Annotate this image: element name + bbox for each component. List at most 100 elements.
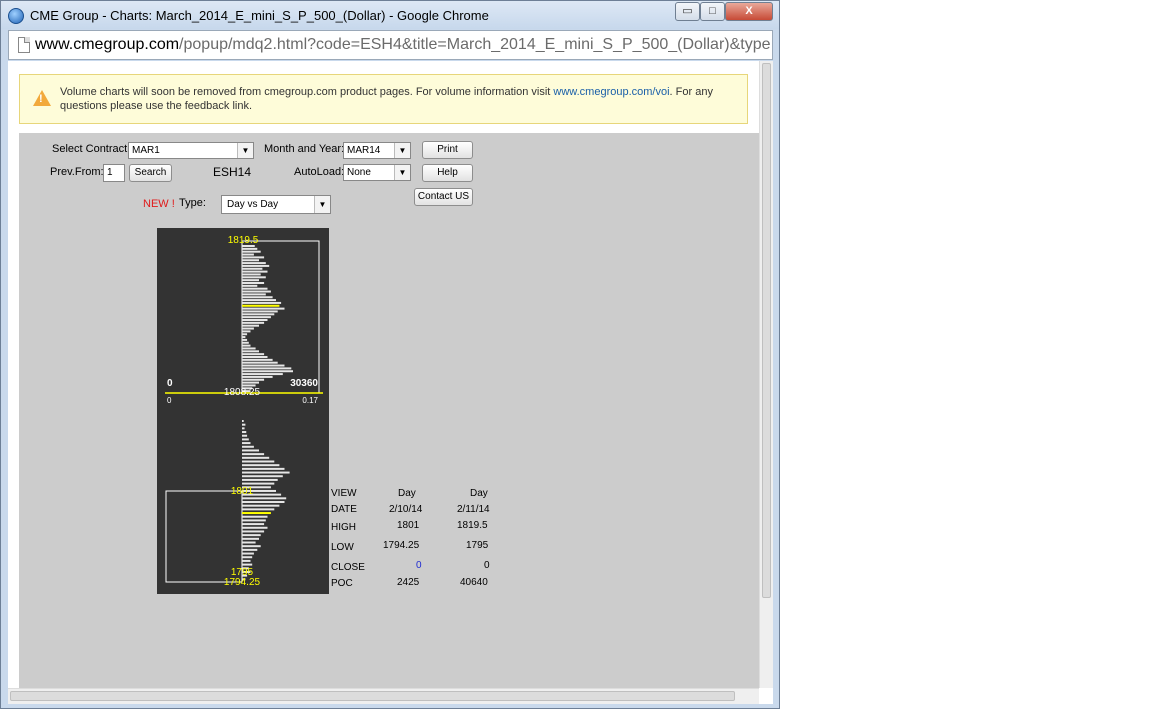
lower-volume-bar xyxy=(242,420,244,422)
axis-left-volume: 0 xyxy=(167,378,173,389)
upper-volume-bar xyxy=(242,375,273,378)
lower-volume-bar xyxy=(242,427,245,430)
lower-volume-bar xyxy=(242,530,265,533)
lower-volume-bar xyxy=(242,508,275,511)
horizontal-scrollbar[interactable] xyxy=(8,688,759,704)
lower-volume-bar xyxy=(242,523,265,526)
lower-volume-bar xyxy=(242,519,266,522)
lower-volume-bar xyxy=(242,434,248,437)
title-bar[interactable]: CME Group - Charts: March_2014_E_mini_S_… xyxy=(1,1,779,29)
vertical-scroll-thumb[interactable] xyxy=(762,63,771,598)
stat-label-poc: POC xyxy=(331,578,353,589)
stat-date-b: 2/11/14 xyxy=(457,504,490,515)
upper-volume-bar xyxy=(242,316,271,319)
lower-volume-bar xyxy=(242,526,268,529)
voi-link[interactable]: www.cmegroup.com/voi xyxy=(553,86,669,98)
upper-volume-bar xyxy=(242,259,259,262)
upper-volume-bar xyxy=(242,350,259,353)
stat-low-b: 1795 xyxy=(466,540,489,551)
upper-volume-bar xyxy=(242,273,261,276)
lower-volume-bar xyxy=(242,460,275,463)
upper-poc-bar xyxy=(242,304,280,307)
help-button[interactable]: Help xyxy=(422,164,473,182)
upper-volume-bar xyxy=(242,290,271,293)
chart-panel: Select Contract: MAR1 ▼ Month and Year: M… xyxy=(19,133,759,688)
upper-volume-bar xyxy=(242,321,265,324)
url-text[interactable]: www.cmegroup.com/popup/mdq2.html?code=ES… xyxy=(35,36,770,54)
upper-volume-bar xyxy=(242,319,268,321)
upper-volume-bar xyxy=(242,364,285,367)
axis-right-pct: 0.17 xyxy=(302,396,318,405)
stat-poc-a: 2425 xyxy=(397,577,420,588)
stat-label-high: HIGH xyxy=(331,522,356,533)
upper-volume-bar xyxy=(242,333,248,336)
address-bar[interactable]: www.cmegroup.com/popup/mdq2.html?code=ES… xyxy=(8,30,773,60)
lower-volume-bar xyxy=(242,471,290,474)
stat-header-day-b: Day xyxy=(470,488,488,499)
print-button[interactable]: Print xyxy=(422,141,473,159)
lower-high-label: 1801 xyxy=(231,486,254,497)
lower-volume-bar xyxy=(242,497,287,500)
month-year-label: Month and Year: xyxy=(264,143,345,155)
upper-volume-bar xyxy=(242,256,265,259)
upper-volume-bar xyxy=(242,267,263,270)
month-year-value: MAR14 xyxy=(347,145,381,156)
upper-volume-bar xyxy=(242,264,270,267)
lower-volume-bar xyxy=(242,548,258,551)
horizontal-scroll-thumb[interactable] xyxy=(10,691,735,701)
axis-middle-price: 1808.25 xyxy=(224,387,261,398)
page-icon xyxy=(18,37,30,53)
contact-us-button[interactable]: Contact US xyxy=(414,188,473,206)
prevfrom-input[interactable]: 1 xyxy=(103,164,125,182)
upper-volume-bar xyxy=(242,299,276,302)
select-contract-dropdown[interactable]: MAR1 ▼ xyxy=(128,142,254,159)
url-path: /popup/mdq2.html?code=ESH4&title=March_2… xyxy=(179,36,770,53)
stat-high-a: 1801 xyxy=(397,520,420,531)
lower-volume-bar xyxy=(242,467,285,470)
upper-volume-bar xyxy=(242,370,293,373)
upper-volume-bar xyxy=(242,253,254,256)
stat-high-b: 1819.5 xyxy=(457,520,488,531)
lower-volume-bar xyxy=(242,475,283,478)
type-dropdown[interactable]: Day vs Day ▼ xyxy=(221,195,331,214)
search-button[interactable]: Search xyxy=(129,164,172,182)
month-year-dropdown[interactable]: MAR14 ▼ xyxy=(343,142,411,159)
volume-profile-chart: 1819.5 0 30360 0 0.17 1808.25 1801 1795 1794.25 xyxy=(157,228,329,594)
minimize-button[interactable]: ▭ xyxy=(675,2,700,21)
upper-volume-bar xyxy=(242,381,259,384)
close-button[interactable]: X xyxy=(725,2,773,21)
chevron-down-icon: ▼ xyxy=(314,196,330,213)
select-contract-value: MAR1 xyxy=(132,145,160,156)
upper-volume-bar xyxy=(242,276,266,279)
page-viewport: ! Volume charts will soon be removed fro… xyxy=(8,61,773,704)
upper-volume-bar xyxy=(242,327,254,330)
autoload-dropdown[interactable]: None ▼ xyxy=(343,164,411,181)
stat-low-a: 1794.25 xyxy=(383,540,420,551)
upper-high-label: 1819.5 xyxy=(228,235,259,246)
upper-volume-bar xyxy=(242,313,275,316)
upper-volume-bar xyxy=(242,262,266,265)
stat-header-day-a: Day xyxy=(398,488,416,499)
autoload-value: None xyxy=(347,167,371,178)
maximize-button[interactable]: □ xyxy=(700,2,725,21)
lower-volume-bar xyxy=(242,537,259,540)
lower-volume-bar xyxy=(242,545,261,548)
lower-volume-bar xyxy=(242,442,251,445)
upper-volume-bar xyxy=(242,282,265,284)
upper-volume-bar xyxy=(242,307,285,310)
autoload-label: AutoLoad: xyxy=(294,166,345,178)
lower-volume-bar xyxy=(242,556,253,559)
lower-volume-bar xyxy=(242,534,261,537)
notice-banner: ! Volume charts will soon be removed fro… xyxy=(19,74,748,124)
vertical-scrollbar[interactable] xyxy=(759,61,773,688)
upper-volume-bar xyxy=(242,250,261,253)
stat-label-low: LOW xyxy=(331,542,354,553)
stat-header-view: VIEW xyxy=(331,488,357,499)
stat-poc-b: 40640 xyxy=(460,577,488,588)
upper-volume-bar xyxy=(242,367,292,370)
lower-volume-bar xyxy=(242,563,253,566)
upper-volume-bar xyxy=(242,330,251,333)
lower-low-label-b: 1794.25 xyxy=(224,577,261,588)
select-contract-label: Select Contract: xyxy=(52,143,131,155)
upper-volume-bar xyxy=(242,293,266,296)
